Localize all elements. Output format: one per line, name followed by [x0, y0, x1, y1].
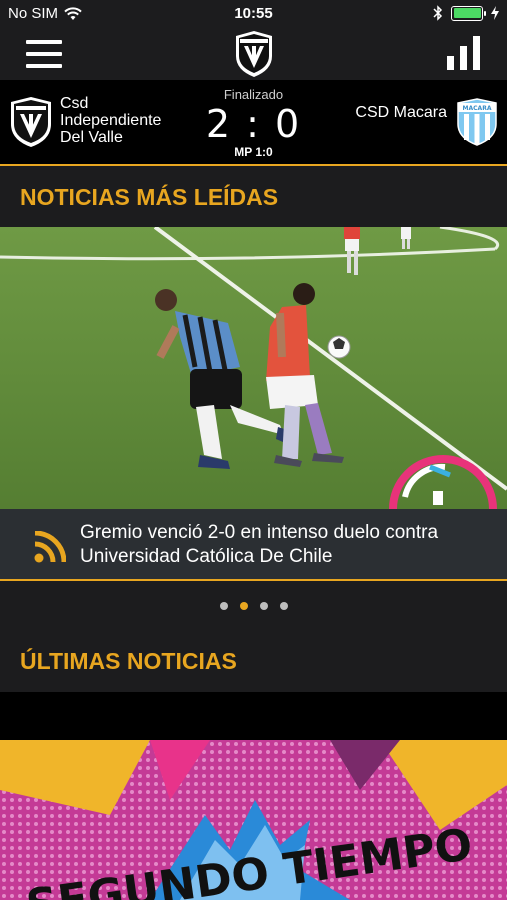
carousel-pagination — [0, 582, 507, 630]
latest-news-card[interactable]: SEGUNDO TIEMPO — [0, 740, 507, 900]
match-scoreboard[interactable]: Csd Independiente Del Valle Finalizado 2… — [0, 80, 507, 166]
hamburger-menu-icon[interactable] — [26, 40, 62, 68]
featured-news-image[interactable] — [0, 227, 507, 509]
carousel-dot-active[interactable] — [239, 602, 248, 610]
battery-icon — [451, 5, 486, 21]
carousel-dot[interactable] — [259, 602, 268, 610]
carousel-dot[interactable] — [219, 602, 228, 610]
latest-news-heading: ÚLTIMAS NOTICIAS — [0, 630, 507, 692]
rss-icon — [34, 531, 66, 563]
most-read-heading: NOTICIAS MÁS LEÍDAS — [0, 168, 507, 226]
featured-news-headline: Gremio venció 2-0 en intenso duelo contr… — [80, 522, 439, 567]
bar-chart-icon[interactable] — [447, 36, 483, 70]
clock: 10:55 — [234, 5, 273, 22]
match-status: Finalizado — [223, 87, 284, 102]
club-crest-logo[interactable] — [234, 30, 274, 78]
halftime-score: MP 1:0 — [234, 145, 273, 159]
soccer-ball — [327, 335, 351, 359]
nav-bar — [0, 28, 507, 80]
carousel-dot[interactable] — [279, 602, 288, 610]
featured-news-caption[interactable]: Gremio venció 2-0 en intenso duelo contr… — [0, 509, 507, 581]
away-team-crest: MACARA — [457, 98, 497, 146]
svg-text:MACARA: MACARA — [463, 105, 492, 112]
status-bar: No SIM 10:55 — [0, 0, 507, 28]
charging-icon — [491, 6, 499, 20]
bluetooth-icon — [433, 5, 443, 21]
away-team-name: CSD Macara — [355, 104, 447, 121]
latest-news-spacer — [0, 692, 507, 740]
